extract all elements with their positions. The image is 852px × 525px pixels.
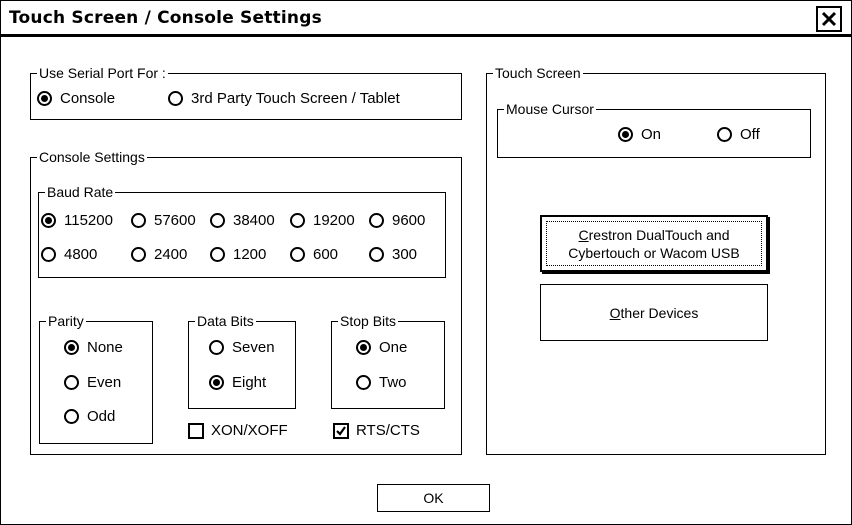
touch-screen-label: Touch Screen [493, 64, 583, 82]
serial-port-group-label: Use Serial Port For : [37, 64, 168, 82]
radio-parity-even-indicator [64, 375, 79, 390]
radio-baud-115200[interactable]: 115200 [41, 212, 113, 229]
ok-button[interactable]: OK [377, 484, 490, 512]
checkbox-xon-xoff-label: XON/XOFF [211, 422, 288, 439]
radio-baud-300-label: 300 [392, 246, 418, 263]
radio-baud-57600[interactable]: 57600 [131, 212, 196, 229]
checkbox-xon-xoff-box [188, 422, 204, 439]
radio-mouse-cursor-off-indicator [717, 127, 732, 142]
radio-data-bits-eight-indicator [209, 375, 224, 390]
radio-baud-19200-indicator [290, 213, 305, 228]
radio-stop-bits-one-label: One [379, 339, 408, 356]
radio-data-bits-eight-label: Eight [232, 374, 267, 391]
radio-baud-38400-label: 38400 [233, 212, 275, 229]
radio-baud-4800-indicator [41, 247, 56, 262]
radio-baud-600-label: 600 [313, 246, 339, 263]
parity-label: Parity [46, 312, 86, 330]
radio-data-bits-seven-indicator [209, 340, 224, 355]
radio-baud-300-indicator [369, 247, 384, 262]
close-button[interactable] [816, 6, 842, 32]
radio-mouse-cursor-off-label: Off [740, 126, 760, 143]
radio-baud-38400[interactable]: 38400 [210, 212, 275, 229]
radio-parity-odd[interactable]: Odd [64, 408, 115, 425]
radio-stop-bits-two-indicator [356, 375, 371, 390]
crestron-button-focus: Crestron DualTouch and Cybertouch or Wac… [546, 221, 762, 266]
radio-mouse-cursor-off[interactable]: Off [717, 126, 760, 143]
radio-baud-2400-indicator [131, 247, 146, 262]
crestron-button-line1: Crestron DualTouch and [578, 226, 730, 243]
other-devices-button[interactable]: Other Devices [540, 284, 768, 341]
parity-group: Parity None Even Odd [39, 312, 153, 444]
mouse-cursor-group: Mouse Cursor On Off [497, 100, 811, 158]
close-icon [821, 11, 837, 27]
radio-data-bits-seven-label: Seven [232, 339, 275, 356]
radio-baud-115200-indicator [41, 213, 56, 228]
checkbox-rts-cts[interactable]: RTS/CTS [333, 422, 420, 439]
crestron-button-line2: Cybertouch or Wacom USB [568, 244, 740, 261]
radio-parity-odd-label: Odd [87, 408, 116, 425]
checkmark-icon [336, 425, 346, 436]
radio-parity-even[interactable]: Even [64, 374, 121, 391]
stop-bits-label: Stop Bits [338, 312, 399, 330]
radio-baud-1200-indicator [210, 247, 225, 262]
console-settings-group: Console Settings Baud Rate 115200 57600 … [30, 148, 462, 455]
mouse-cursor-label: Mouse Cursor [504, 100, 596, 118]
radio-baud-19200[interactable]: 19200 [290, 212, 355, 229]
radio-parity-odd-indicator [64, 409, 79, 424]
title-bar: Touch Screen / Console Settings [1, 1, 851, 37]
radio-baud-57600-indicator [131, 213, 146, 228]
touch-screen-group: Touch Screen Mouse Cursor On Off Crestro… [486, 64, 826, 455]
radio-baud-115200-label: 115200 [64, 212, 113, 229]
ok-button-label: OK [423, 490, 444, 506]
radio-console-label: Console [60, 90, 116, 107]
other-devices-label: Other Devices [609, 304, 699, 321]
radio-stop-bits-one-indicator [356, 340, 371, 355]
radio-parity-none-indicator [64, 340, 79, 355]
settings-dialog: Touch Screen / Console Settings Use Seri… [0, 0, 852, 525]
radio-parity-even-label: Even [87, 374, 122, 391]
radio-mouse-cursor-on-indicator [618, 127, 633, 142]
radio-baud-1200[interactable]: 1200 [210, 246, 266, 263]
radio-mouse-cursor-on[interactable]: On [618, 126, 661, 143]
radio-baud-9600[interactable]: 9600 [369, 212, 425, 229]
radio-baud-38400-indicator [210, 213, 225, 228]
radio-stop-bits-two[interactable]: Two [356, 374, 407, 391]
radio-data-bits-eight[interactable]: Eight [209, 374, 266, 391]
baud-rate-group: Baud Rate 115200 57600 38400 19200 9600 [38, 183, 446, 278]
radio-stop-bits-one[interactable]: One [356, 339, 407, 356]
radio-console[interactable]: Console [37, 90, 115, 107]
checkbox-rts-cts-label: RTS/CTS [356, 422, 420, 439]
dialog-title: Touch Screen / Console Settings [9, 8, 322, 28]
radio-baud-1200-label: 1200 [233, 246, 267, 263]
radio-3rd-party-touch[interactable]: 3rd Party Touch Screen / Tablet [168, 90, 400, 107]
checkbox-xon-xoff[interactable]: XON/XOFF [188, 422, 288, 439]
radio-console-indicator [37, 91, 52, 106]
radio-baud-2400[interactable]: 2400 [131, 246, 187, 263]
radio-mouse-cursor-on-label: On [641, 126, 662, 143]
radio-baud-300[interactable]: 300 [369, 246, 417, 263]
console-settings-label: Console Settings [37, 148, 147, 166]
radio-stop-bits-two-label: Two [379, 374, 407, 391]
serial-port-group: Use Serial Port For : Console 3rd Party … [30, 64, 462, 120]
radio-parity-none[interactable]: None [64, 339, 123, 356]
radio-baud-9600-indicator [369, 213, 384, 228]
radio-baud-600[interactable]: 600 [290, 246, 338, 263]
radio-baud-4800-label: 4800 [64, 246, 98, 263]
radio-baud-57600-label: 57600 [154, 212, 196, 229]
data-bits-group: Data Bits Seven Eight [188, 312, 296, 409]
checkbox-rts-cts-box [333, 422, 349, 439]
radio-baud-19200-label: 19200 [313, 212, 355, 229]
radio-parity-none-label: None [87, 339, 123, 356]
radio-baud-600-indicator [290, 247, 305, 262]
baud-rate-label: Baud Rate [45, 183, 116, 201]
radio-3rd-party-touch-label: 3rd Party Touch Screen / Tablet [191, 90, 400, 107]
data-bits-label: Data Bits [195, 312, 256, 330]
radio-3rd-party-touch-indicator [168, 91, 183, 106]
crestron-dualtouch-button[interactable]: Crestron DualTouch and Cybertouch or Wac… [540, 215, 768, 272]
radio-data-bits-seven[interactable]: Seven [209, 339, 275, 356]
radio-baud-4800[interactable]: 4800 [41, 246, 97, 263]
radio-baud-2400-label: 2400 [154, 246, 188, 263]
radio-baud-9600-label: 9600 [392, 212, 426, 229]
stop-bits-group: Stop Bits One Two [331, 312, 445, 409]
